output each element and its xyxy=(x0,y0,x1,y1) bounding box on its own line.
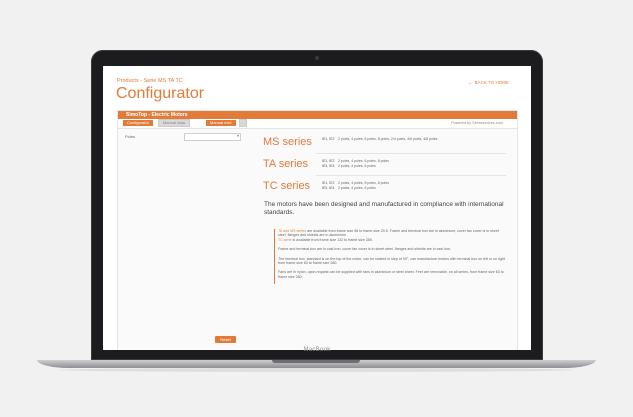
series-name: TC series xyxy=(263,180,311,192)
series-desc: 2 poles, 4 poles, 6 poles, 8 poles 2 pol… xyxy=(338,159,389,168)
panel-title: SimoTop - Electric Motors xyxy=(126,112,188,118)
laptop-lid: Products - Serie MS TA TC Configurator ←… xyxy=(91,50,543,360)
back-to-home-link[interactable]: ← Back to home xyxy=(468,80,509,85)
info-text: is available from frame size 132 to fram… xyxy=(291,237,373,242)
poles-select[interactable]: ▾ xyxy=(184,133,241,141)
tab-configurator[interactable]: Configurator xyxy=(123,120,154,126)
chevron-down-icon: ▾ xyxy=(236,133,239,138)
tab-extra[interactable] xyxy=(239,119,247,127)
arrow-left-icon: ← xyxy=(468,80,473,85)
reset-button[interactable]: Reset xyxy=(215,336,236,343)
laptop-screen: Products - Serie MS TA TC Configurator ←… xyxy=(103,66,531,350)
laptop-shadow xyxy=(60,368,573,372)
back-to-home-label: Back to home xyxy=(474,80,509,85)
page-title: Configurator xyxy=(116,85,205,102)
filter-column: Poles ▾ xyxy=(118,128,249,350)
poles-label: Poles xyxy=(125,134,136,139)
tab-manual-excl[interactable]: Manual excl. xyxy=(206,120,237,126)
series-desc: 2 poles, 4 poles, 6 poles, 8 poles 2 pol… xyxy=(338,181,389,190)
info-text: are available from frame size 56 to fram… xyxy=(278,229,499,238)
configurator-panel: SimoTop - Electric Motors Configurator M… xyxy=(117,110,518,350)
ta-ms-link[interactable]: TA and MS series xyxy=(278,229,306,233)
divider xyxy=(316,175,506,176)
breadcrumb[interactable]: Products - Serie MS TA TC xyxy=(117,78,183,84)
info-paragraph-2: Frame and terminal box are in cast iron,… xyxy=(278,247,452,252)
camera-icon xyxy=(315,56,319,60)
info-paragraph-3: The terminal box, standard is on the top… xyxy=(278,256,505,266)
powered-by-label[interactable]: Powered by Simoservices.com xyxy=(451,121,503,125)
base-notch xyxy=(272,360,360,363)
laptop-base xyxy=(37,360,596,368)
panel-titlebar: SimoTop - Electric Motors xyxy=(118,111,517,119)
series-row-ms[interactable]: MS series IE1, IE2 2 poles, 4 poles, 6 p… xyxy=(256,134,506,152)
series-name: MS series xyxy=(263,136,312,148)
divider xyxy=(316,153,506,154)
series-desc: 2 poles, 4 poles, 6 poles, 8 poles, 2/4 … xyxy=(338,137,438,141)
intro-text: The motors have been designed and manufa… xyxy=(264,201,504,216)
page-header: Products - Serie MS TA TC Configurator ←… xyxy=(103,66,531,110)
laptop-brand-label: MacBook xyxy=(303,347,331,353)
info-block: TA and MS series are available from fram… xyxy=(274,229,508,285)
info-paragraph-4: Fans are in nylon, upon request can be s… xyxy=(278,270,504,279)
series-name: TA series xyxy=(263,158,309,170)
tab-manual-data[interactable]: Manual data xyxy=(158,119,191,127)
series-row-ta[interactable]: TA series IE1, IE2 IE3, IE4 2 poles, 4 p… xyxy=(256,156,506,174)
tc-link[interactable]: TC serie xyxy=(278,238,292,242)
series-row-tc[interactable]: TC series IE1, IE2 IE3, IE4 2 poles, 4 p… xyxy=(256,178,506,196)
info-paragraph-1: TA and MS series are available from fram… xyxy=(278,229,508,242)
